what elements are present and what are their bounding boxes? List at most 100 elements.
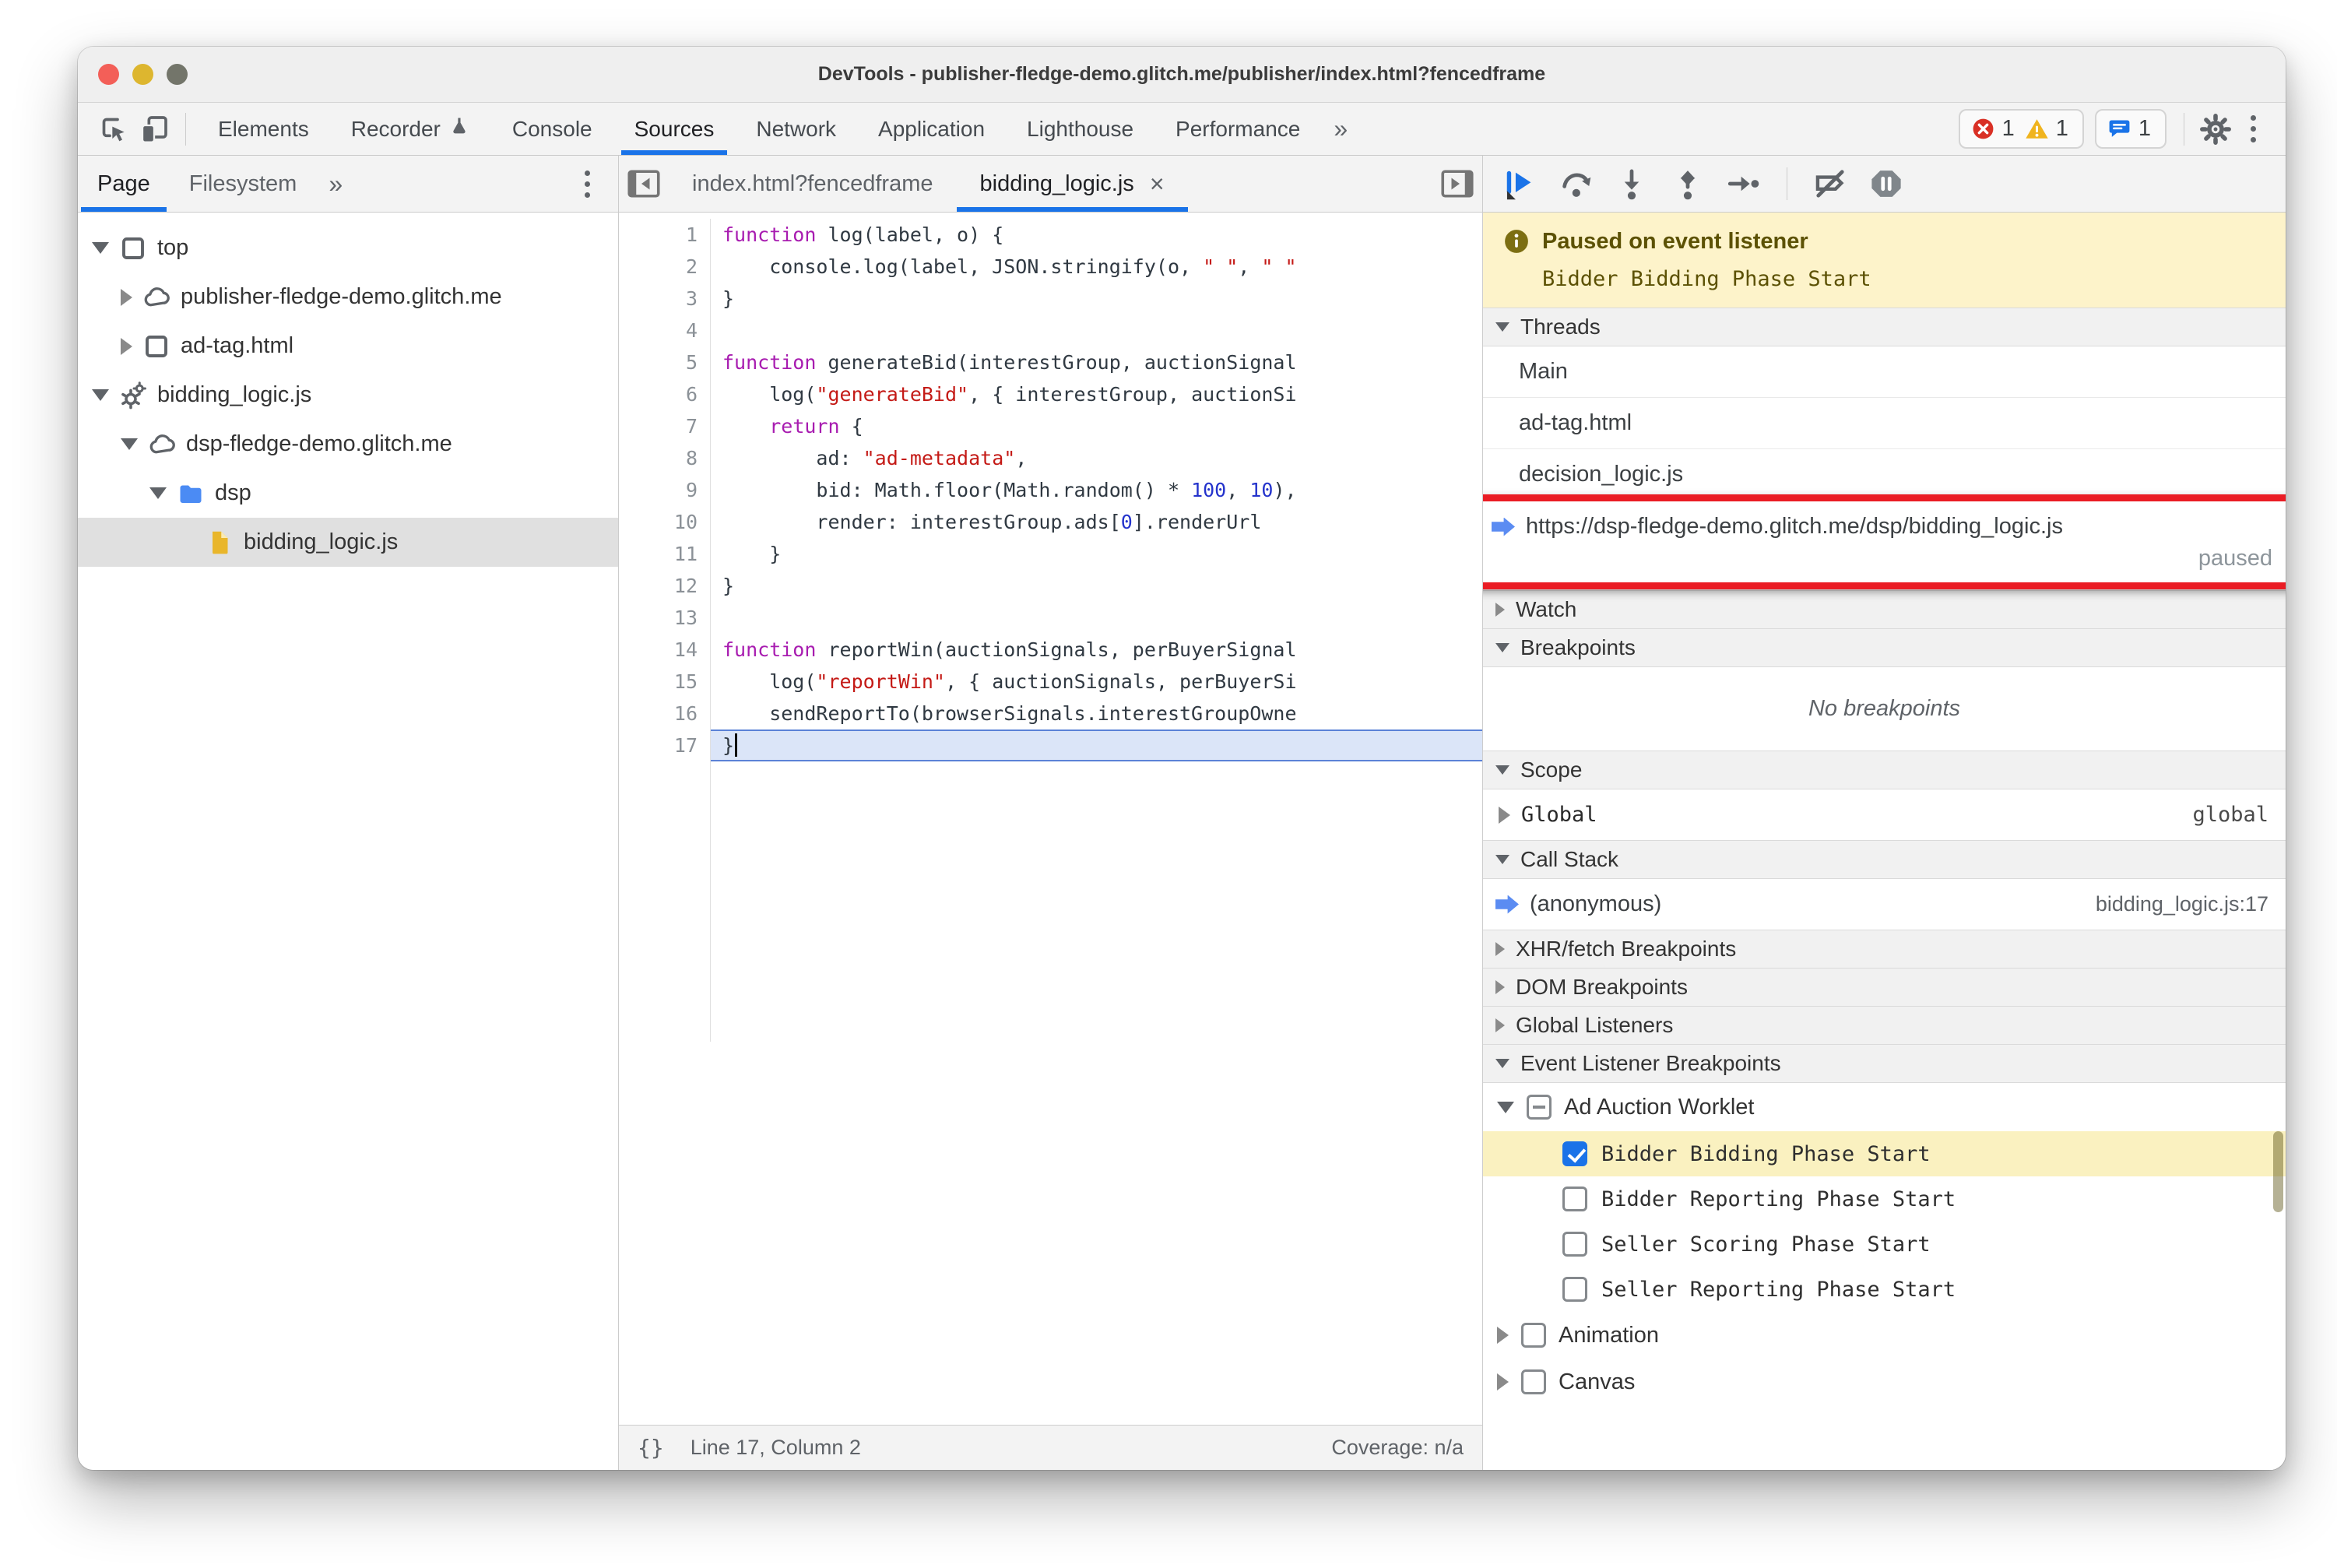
elb-category-canvas[interactable]: Canvas bbox=[1483, 1359, 2286, 1405]
issues-badge[interactable]: 1 bbox=[2094, 109, 2167, 149]
code-line-13[interactable]: 13 bbox=[619, 602, 1482, 634]
breakpoint-bidder-bidding-phase-start[interactable]: Bidder Bidding Phase Start bbox=[1483, 1131, 2286, 1176]
call-stack-frame[interactable]: (anonymous) bidding_logic.js:17 bbox=[1483, 879, 2286, 930]
folder-icon bbox=[177, 480, 205, 508]
tab-console[interactable]: Console bbox=[491, 103, 613, 155]
code-line-16[interactable]: 16 sendReportTo(browserSignals.interestG… bbox=[619, 698, 1482, 730]
bidder-reporting-phase-start-checkbox[interactable] bbox=[1562, 1187, 1587, 1211]
breakpoint-bidder-reporting-phase-start[interactable]: Bidder Reporting Phase Start bbox=[1483, 1176, 2286, 1222]
section-xhr-breakpoints[interactable]: XHR/fetch Breakpoints bbox=[1483, 930, 2286, 969]
main-menu-kebab-icon[interactable] bbox=[2236, 109, 2270, 149]
canvas-checkbox[interactable] bbox=[1521, 1369, 1546, 1394]
elb-category-animation[interactable]: Animation bbox=[1483, 1312, 2286, 1359]
editor-tabstrip: index.html?fencedframe bidding_logic.js × bbox=[619, 156, 1482, 213]
ad-auction-worklet-checkbox[interactable] bbox=[1527, 1095, 1552, 1120]
elb-group-ad-auction-worklet[interactable]: Ad Auction Worklet bbox=[1483, 1083, 2286, 1131]
code-line-9[interactable]: 9 bid: Math.floor(Math.random() * 100, 1… bbox=[619, 474, 1482, 506]
device-toolbar-icon[interactable] bbox=[134, 109, 174, 149]
navigator-tabs: Page Filesystem » bbox=[78, 156, 618, 213]
navigator-tab-page[interactable]: Page bbox=[78, 156, 170, 212]
code-line-4[interactable]: 4 bbox=[619, 315, 1482, 346]
tree-item-publisher-fledge-demo-glitch-me[interactable]: publisher-fledge-demo.glitch.me bbox=[78, 272, 618, 322]
inspect-element-icon[interactable] bbox=[93, 109, 134, 149]
code-line-10[interactable]: 10 render: interestGroup.ads[0].renderUr… bbox=[619, 506, 1482, 538]
bidder-bidding-phase-start-checkbox[interactable] bbox=[1562, 1141, 1587, 1166]
tab-label: Sources bbox=[634, 116, 715, 141]
tab-network[interactable]: Network bbox=[735, 103, 857, 155]
show-navigator-icon[interactable] bbox=[619, 156, 669, 212]
animation-checkbox[interactable] bbox=[1521, 1323, 1546, 1348]
section-scope[interactable]: Scope bbox=[1483, 751, 2286, 789]
code-line-7[interactable]: 7 return { bbox=[619, 410, 1482, 442]
tree-item-bidding-logic-js[interactable]: bidding_logic.js bbox=[78, 371, 618, 420]
code-line-1[interactable]: 1 function log(label, o) { bbox=[619, 219, 1482, 251]
tab-performance[interactable]: Performance bbox=[1154, 103, 1321, 155]
code-line-3[interactable]: 3} bbox=[619, 283, 1482, 315]
settings-gear-icon[interactable] bbox=[2195, 109, 2236, 149]
code-text: function generateBid(interestGroup, auct… bbox=[722, 351, 1297, 374]
step-into-icon[interactable] bbox=[1608, 162, 1656, 206]
tab-application[interactable]: Application bbox=[857, 103, 1006, 155]
code-line-14[interactable]: 14 function reportWin(auctionSignals, per… bbox=[619, 634, 1482, 666]
pretty-print-icon[interactable]: {} bbox=[638, 1435, 664, 1461]
line-number: 7 bbox=[619, 410, 711, 442]
code-line-8[interactable]: 8 ad: "ad-metadata", bbox=[619, 442, 1482, 474]
code-line-6[interactable]: 6 log("generateBid", { interestGroup, au… bbox=[619, 378, 1482, 410]
breakpoint-seller-reporting-phase-start[interactable]: Seller Reporting Phase Start bbox=[1483, 1267, 2286, 1312]
tab-recorder[interactable]: Recorder bbox=[330, 103, 491, 155]
code-line-5[interactable]: 5 function generateBid(interestGroup, auc… bbox=[619, 346, 1482, 378]
section-global-listeners[interactable]: Global Listeners bbox=[1483, 1006, 2286, 1045]
errors-warnings-badge[interactable]: 1 1 bbox=[1958, 109, 2084, 149]
editor-statusbar: {} Line 17, Column 2 Coverage: n/a bbox=[619, 1425, 1482, 1470]
section-dom-breakpoints[interactable]: DOM Breakpoints bbox=[1483, 968, 2286, 1007]
tree-item-dsp[interactable]: dsp bbox=[78, 469, 618, 518]
code-editor[interactable]: 1 function log(label, o) {2 console.log(l… bbox=[619, 213, 1482, 1425]
thread-row-ad-tag-html[interactable]: ad-tag.html bbox=[1483, 398, 2286, 449]
code-line-2[interactable]: 2 console.log(label, JSON.stringify(o, "… bbox=[619, 251, 1482, 283]
thread-row-main[interactable]: Main bbox=[1483, 346, 2286, 398]
scope-row-global[interactable]: Global global bbox=[1483, 789, 2286, 841]
seller-reporting-phase-start-checkbox[interactable] bbox=[1562, 1277, 1587, 1302]
zoom-window-button[interactable] bbox=[167, 64, 188, 85]
pause-on-exceptions-icon[interactable] bbox=[1862, 162, 1910, 206]
sidebar-scrollbar-thumb[interactable] bbox=[2273, 1131, 2283, 1212]
tree-item-dsp-fledge-demo-glitch-me[interactable]: dsp-fledge-demo.glitch.me bbox=[78, 420, 618, 469]
section-watch[interactable]: Watch bbox=[1483, 590, 2286, 629]
resume-script-icon[interactable] bbox=[1495, 162, 1544, 206]
breakpoint-seller-scoring-phase-start[interactable]: Seller Scoring Phase Start bbox=[1483, 1222, 2286, 1267]
code-text: } bbox=[711, 730, 1482, 761]
tab-lighthouse[interactable]: Lighthouse bbox=[1006, 103, 1154, 155]
tree-item-top[interactable]: top bbox=[78, 223, 618, 272]
tree-item-ad-tag-html[interactable]: ad-tag.html bbox=[78, 322, 618, 371]
thread-row-decision-logic-js[interactable]: decision_logic.js bbox=[1483, 449, 2286, 501]
deactivate-breakpoints-icon[interactable] bbox=[1806, 162, 1854, 206]
more-tabs-button[interactable]: » bbox=[1321, 114, 1360, 143]
code-line-12[interactable]: 12} bbox=[619, 570, 1482, 602]
code-text: function reportWin(auctionSignals, perBu… bbox=[722, 638, 1297, 661]
code-line-11[interactable]: 11 } bbox=[619, 538, 1482, 570]
section-event-listener-breakpoints[interactable]: Event Listener Breakpoints bbox=[1483, 1044, 2286, 1083]
code-line-15[interactable]: 15 log("reportWin", { auctionSignals, pe… bbox=[619, 666, 1482, 698]
minimize-window-button[interactable] bbox=[132, 64, 153, 85]
seller-scoring-phase-start-checkbox[interactable] bbox=[1562, 1232, 1587, 1257]
section-threads[interactable]: Threads bbox=[1483, 308, 2286, 346]
close-window-button[interactable] bbox=[98, 64, 119, 85]
editor-tab-index-html-fencedframe[interactable]: index.html?fencedframe bbox=[669, 156, 957, 212]
navigator-tab-filesystem[interactable]: Filesystem bbox=[170, 156, 317, 212]
close-icon[interactable]: × bbox=[1150, 170, 1165, 199]
show-debugger-sidebar-icon[interactable] bbox=[1432, 156, 1482, 212]
tab-sources[interactable]: Sources bbox=[613, 103, 736, 155]
more-navigator-tabs-button[interactable]: » bbox=[316, 170, 355, 199]
section-call-stack[interactable]: Call Stack bbox=[1483, 840, 2286, 879]
navigator-menu-kebab-icon[interactable] bbox=[570, 163, 604, 204]
editor-tab-bidding-logic-js[interactable]: bidding_logic.js × bbox=[956, 156, 1188, 212]
tab-elements[interactable]: Elements bbox=[197, 103, 330, 155]
code-line-17[interactable]: 17} bbox=[619, 730, 1482, 761]
paused-thread-row[interactable]: https://dsp-fledge-demo.glitch.me/dsp/bi… bbox=[1487, 511, 2286, 540]
step-out-icon[interactable] bbox=[1664, 162, 1712, 206]
tree-item-bidding-logic-js[interactable]: bidding_logic.js bbox=[78, 518, 618, 567]
step-over-icon[interactable] bbox=[1552, 162, 1600, 206]
section-breakpoints[interactable]: Breakpoints bbox=[1483, 628, 2286, 667]
step-icon[interactable] bbox=[1720, 162, 1768, 206]
